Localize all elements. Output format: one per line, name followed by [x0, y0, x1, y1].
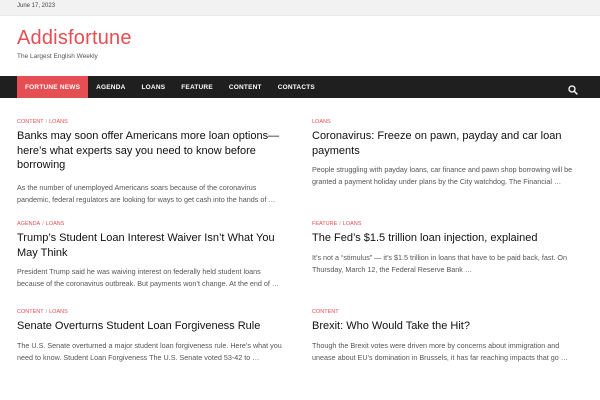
- post-card: CONTENT Brexit: Who Would Take the Hit? …: [312, 308, 582, 364]
- post-card: CONTENT / LOANS Banks may soon offer Ameri…: [17, 118, 287, 206]
- top-bar: June 17, 2023: [0, 0, 600, 16]
- post-card: CONTENT / LOANS Senate Overturns Student L…: [17, 308, 287, 364]
- post-categories: CONTENT: [312, 308, 582, 316]
- post-excerpt: People struggling with payday loans, car…: [312, 165, 573, 187]
- post-title[interactable]: Senate Overturns Student Loan Forgivenes…: [17, 319, 287, 334]
- search-icon[interactable]: [568, 82, 578, 95]
- post-title[interactable]: Brexit: Who Would Take the Hit?: [312, 319, 582, 334]
- site-branding: Addisfortune The Largest English Weekly: [17, 27, 132, 60]
- post-categories: LOANS: [312, 118, 582, 126]
- category-link[interactable]: LOANS: [49, 119, 68, 125]
- nav-item-fortune-news[interactable]: FORTUNE NEWS: [17, 76, 89, 98]
- post-card: AGENDA / LOANS Trump’s Student Loan Intere…: [17, 220, 287, 290]
- category-link[interactable]: CONTENT: [17, 309, 44, 315]
- post-categories: CONTENT / LOANS: [17, 308, 287, 316]
- post-title[interactable]: Trump’s Student Loan Interest Waiver Isn…: [17, 231, 287, 260]
- post-excerpt: President Trump said he was waiving inte…: [17, 267, 280, 289]
- post-categories: FEATURE / LOANS: [312, 220, 582, 228]
- category-separator: /: [45, 309, 48, 315]
- category-link[interactable]: LOANS: [343, 221, 362, 227]
- nav-item-content[interactable]: CONTENT: [221, 76, 270, 98]
- category-link[interactable]: LOANS: [46, 221, 65, 227]
- category-link[interactable]: LOANS: [312, 119, 331, 125]
- category-separator: /: [45, 119, 48, 125]
- post-excerpt: Though the Brexit votes were driven more…: [312, 340, 568, 362]
- category-link[interactable]: AGENDA: [17, 221, 40, 227]
- category-link[interactable]: CONTENT: [17, 119, 44, 125]
- nav-item-feature[interactable]: FEATURE: [173, 76, 221, 98]
- current-date: June 17, 2023: [17, 3, 56, 9]
- post-card: LOANS Coronavirus: Freeze on pawn, payda…: [312, 118, 582, 188]
- post-excerpt: The U.S. Senate overturned a major stude…: [17, 340, 282, 362]
- post-card: FEATURE / LOANS The Fed’s $1.5 trillion lo…: [312, 220, 582, 276]
- site-tagline: The Largest English Weekly: [17, 53, 98, 60]
- post-title[interactable]: Coronavirus: Freeze on pawn, payday and …: [312, 129, 582, 158]
- nav-item-loans[interactable]: LOANS: [134, 76, 174, 98]
- category-separator: /: [42, 221, 44, 227]
- nav-item-agenda[interactable]: AGENDA: [88, 76, 133, 98]
- category-link[interactable]: CONTENT: [312, 309, 339, 315]
- category-link[interactable]: FEATURE: [312, 221, 337, 227]
- post-excerpt: It’s not a “stimulus” — it’s $1.5 trilli…: [312, 252, 568, 274]
- post-categories: CONTENT / LOANS: [17, 118, 287, 126]
- nav-item-contacts[interactable]: CONTACTS: [270, 76, 323, 98]
- post-title[interactable]: Banks may soon offer Americans more loan…: [17, 129, 287, 173]
- category-separator: /: [339, 221, 341, 227]
- post-categories: AGENDA / LOANS: [17, 220, 287, 228]
- main-navigation: FORTUNE NEWS AGENDA LOANS FEATURE CONTEN…: [0, 76, 600, 98]
- post-title[interactable]: The Fed’s $1.5 trillion loan injection, …: [312, 231, 582, 246]
- category-link[interactable]: LOANS: [49, 309, 68, 315]
- site-title[interactable]: Addisfortune: [17, 27, 132, 50]
- post-excerpt: As the number of unemployed Americans so…: [17, 182, 276, 204]
- nav-menu: FORTUNE NEWS AGENDA LOANS FEATURE CONTEN…: [17, 76, 323, 98]
